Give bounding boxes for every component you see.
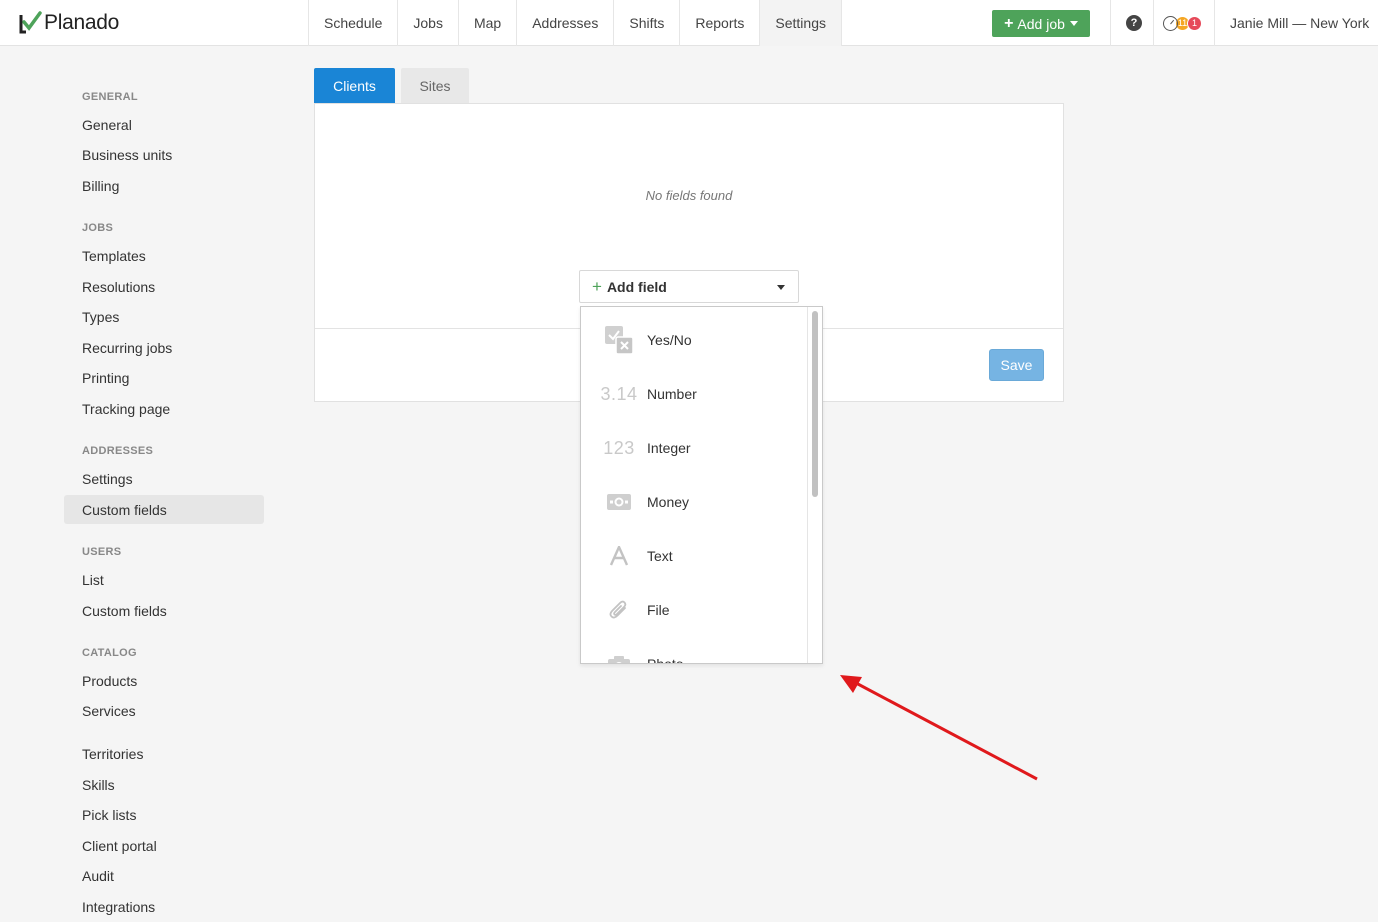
user-menu[interactable]: Janie Mill — New York — [1230, 15, 1369, 31]
menu-item-number[interactable]: 3.14 Number — [581, 367, 808, 421]
sidebar-item-skills[interactable]: Skills — [64, 770, 264, 799]
paperclip-icon — [600, 599, 638, 621]
menu-item-label: Yes/No — [647, 332, 692, 348]
sidebar-item-business-units[interactable]: Business units — [64, 140, 264, 169]
caret-down-icon — [777, 285, 785, 290]
sidebar-item-services[interactable]: Services — [64, 696, 264, 725]
sidebar-item-client-portal[interactable]: Client portal — [64, 831, 264, 860]
plus-icon: + — [592, 276, 602, 296]
sidebar-item-address-custom-fields[interactable]: Custom fields — [64, 495, 264, 524]
caret-down-icon — [1069, 21, 1078, 26]
menu-item-label: Photo — [647, 656, 684, 664]
menu-item-label: Integer — [647, 440, 691, 456]
sidebar-item-recurring-jobs[interactable]: Recurring jobs — [64, 333, 264, 362]
menu-item-file[interactable]: File — [581, 583, 808, 637]
sidebar-item-user-custom-fields[interactable]: Custom fields — [64, 596, 264, 625]
header-divider — [1153, 0, 1154, 46]
nav-reports[interactable]: Reports — [680, 0, 761, 46]
menu-item-text[interactable]: Text — [581, 529, 808, 583]
field-type-menu: Yes/No 3.14 Number 123 Integer Money Tex… — [580, 306, 823, 664]
menu-item-integer[interactable]: 123 Integer — [581, 421, 808, 475]
nav-shifts[interactable]: Shifts — [614, 0, 681, 46]
menu-item-photo[interactable]: Photo — [581, 637, 808, 664]
sidebar-item-integrations[interactable]: Integrations — [64, 892, 264, 921]
section-heading-catalog: CATALOG — [82, 647, 137, 659]
header-divider — [1214, 0, 1215, 46]
help-icon[interactable]: ? — [1126, 15, 1142, 31]
add-job-label: Add job — [1017, 15, 1065, 32]
tab-clients[interactable]: Clients — [314, 68, 395, 104]
sidebar-item-general[interactable]: General — [64, 110, 264, 139]
section-heading-addresses: ADDRESSES — [82, 445, 154, 457]
sidebar-item-pick-lists[interactable]: Pick lists — [64, 800, 264, 829]
camera-icon — [600, 654, 638, 663]
sidebar-item-user-list[interactable]: List — [64, 565, 264, 594]
nav-jobs[interactable]: Jobs — [398, 0, 459, 46]
menu-item-yes-no[interactable]: Yes/No — [581, 313, 808, 367]
sidebar-item-territories[interactable]: Territories — [64, 739, 264, 768]
number-icon: 3.14 — [600, 383, 638, 404]
sidebar-item-resolutions[interactable]: Resolutions — [64, 272, 264, 301]
main-nav: Schedule Jobs Map Addresses Shifts Repor… — [308, 0, 842, 46]
sidebar-item-products[interactable]: Products — [64, 666, 264, 695]
sidebar-item-audit[interactable]: Audit — [64, 861, 264, 890]
menu-item-label: Money — [647, 494, 690, 510]
menu-item-label: Number — [647, 386, 697, 402]
tab-sites[interactable]: Sites — [401, 68, 469, 104]
top-bar: Planado Schedule Jobs Map Addresses Shif… — [0, 0, 1378, 46]
notifications-button[interactable]: 11 1 — [1163, 14, 1202, 32]
empty-state-text: No fields found — [645, 188, 733, 203]
banknote-icon — [600, 493, 638, 511]
add-field-dropdown[interactable]: + Add field — [579, 270, 799, 303]
sidebar-item-billing[interactable]: Billing — [64, 171, 264, 200]
sidebar-item-templates[interactable]: Templates — [64, 241, 264, 270]
nav-settings[interactable]: Settings — [760, 0, 842, 46]
checkbox-cross-icon — [600, 325, 638, 355]
letter-a-icon — [600, 546, 638, 566]
menu-item-money[interactable]: Money — [581, 475, 808, 529]
sidebar-item-printing[interactable]: Printing — [64, 363, 264, 392]
plus-icon: + — [1004, 14, 1014, 32]
nav-schedule[interactable]: Schedule — [309, 0, 399, 46]
add-job-button[interactable]: + Add job — [992, 10, 1090, 37]
sidebar-item-types[interactable]: Types — [64, 302, 264, 331]
nav-addresses[interactable]: Addresses — [517, 0, 615, 46]
section-heading-users: USERS — [82, 546, 122, 558]
planado-logo[interactable]: Planado — [18, 9, 119, 37]
logo-text: Planado — [44, 11, 119, 34]
section-heading-jobs: JOBS — [82, 222, 114, 234]
save-button[interactable]: Save — [989, 349, 1044, 381]
menu-scrollbar-thumb[interactable] — [812, 311, 818, 497]
header-divider — [1110, 0, 1111, 46]
nav-map[interactable]: Map — [459, 0, 518, 46]
sidebar-item-address-settings[interactable]: Settings — [64, 464, 264, 493]
sidebar-item-tracking-page[interactable]: Tracking page — [64, 394, 264, 423]
clock-icon — [1163, 15, 1178, 31]
integer-icon: 123 — [603, 437, 635, 458]
section-heading-general: GENERAL — [82, 91, 138, 103]
menu-item-label: Text — [647, 548, 673, 564]
logo-check-icon — [19, 11, 42, 34]
add-field-label: Add field — [606, 278, 667, 295]
notification-badge-red: 1 — [1187, 15, 1202, 31]
menu-item-label: File — [647, 602, 670, 618]
